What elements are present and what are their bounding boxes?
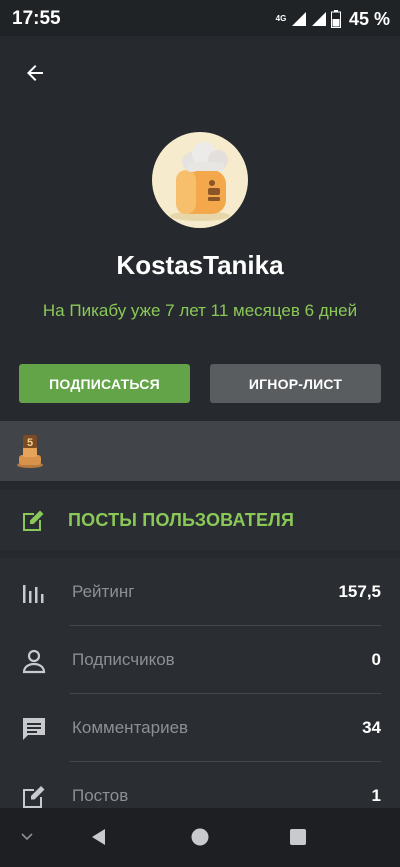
- profile-header: KostasTanika На Пикабу уже 7 лет 11 меся…: [0, 36, 400, 421]
- award-number: 5: [27, 437, 33, 449]
- status-indicators: 4G 45 %: [275, 8, 390, 30]
- award-badge[interactable]: 5: [14, 433, 46, 469]
- stat-value-comments: 34: [362, 718, 381, 737]
- nav-home-button[interactable]: [185, 822, 215, 852]
- stat-row-posts[interactable]: Постов 1: [0, 762, 400, 808]
- avatar[interactable]: [152, 132, 248, 228]
- status-time: 17:55: [12, 8, 61, 29]
- triangle-back-icon: [92, 829, 105, 845]
- stat-label-rating: Рейтинг: [72, 582, 135, 601]
- back-button[interactable]: [18, 56, 52, 90]
- username: KostasTanika: [116, 250, 284, 280]
- ignore-list-button[interactable]: ИГНОР-ЛИСТ: [210, 364, 381, 403]
- person-icon: [22, 649, 46, 674]
- rating-icon: [23, 585, 44, 603]
- anniversary-award-icon: 5: [17, 435, 43, 468]
- comment-icon: [23, 718, 45, 740]
- signal-icon-2: [311, 12, 326, 26]
- stat-row-comments[interactable]: Комментариев 34: [0, 694, 400, 762]
- signal-icon: [291, 12, 306, 26]
- edit-icon: [23, 786, 45, 808]
- edit-icon: [23, 510, 44, 531]
- battery-icon: [330, 10, 341, 28]
- nav-recents-button[interactable]: [283, 822, 313, 852]
- stat-row-rating[interactable]: Рейтинг 157,5: [0, 558, 400, 626]
- subscribe-button[interactable]: ПОДПИСАТЬСЯ: [19, 364, 190, 403]
- member-since-text: На Пикабу уже 7 лет 11 месяцев 6 дней: [42, 301, 358, 320]
- system-navigation-bar: [0, 808, 400, 867]
- status-bar: 17:55 4G 45 %: [0, 0, 400, 36]
- square-recents-icon: [290, 829, 306, 845]
- chef-toaster-avatar-icon: [170, 142, 230, 221]
- stats-list: Рейтинг 157,5 Подписчиков 0 Комментариев…: [0, 558, 400, 808]
- hide-keyboard-button[interactable]: [12, 822, 42, 852]
- stat-value-posts: 1: [371, 786, 381, 805]
- network-type: 4G: [275, 14, 287, 23]
- user-posts-link[interactable]: ПОСТЫ ПОЛЬЗОВАТЕЛЯ: [0, 490, 400, 550]
- stat-value-rating: 157,5: [338, 582, 381, 601]
- stat-label-subscribers: Подписчиков: [72, 650, 175, 669]
- stat-row-subscribers[interactable]: Подписчиков 0: [0, 626, 400, 694]
- battery-percent: 45 %: [348, 8, 390, 29]
- circle-home-icon: [191, 828, 209, 846]
- nav-back-button[interactable]: [84, 822, 114, 852]
- chevron-down-icon: [21, 833, 33, 841]
- stat-value-subscribers: 0: [371, 650, 381, 669]
- awards-strip: 5: [0, 421, 400, 481]
- user-posts-label: ПОСТЫ ПОЛЬЗОВАТЕЛЯ: [68, 510, 295, 530]
- stat-label-comments: Комментариев: [72, 718, 189, 737]
- stat-label-posts: Постов: [72, 786, 129, 805]
- arrow-left-icon: [27, 65, 43, 81]
